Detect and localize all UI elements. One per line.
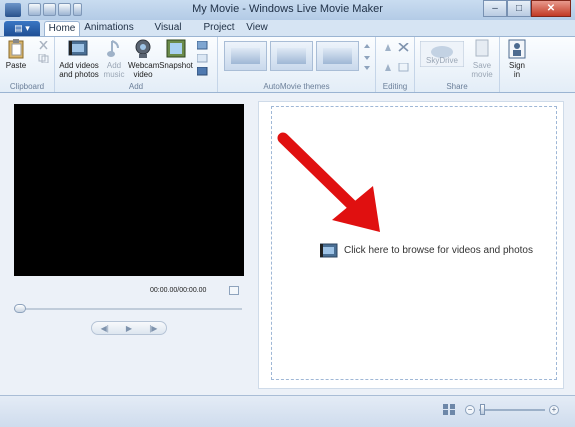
close-button[interactable]: ✕ [531,0,571,17]
snapshot-icon [166,39,186,58]
editing-group: Editing [376,37,415,92]
file-menu-icon: ▤ ▾ [14,23,30,33]
theme-thumbnail-2[interactable] [270,41,313,71]
skydrive-button[interactable]: SkyDrive [418,41,466,78]
movie-maker-window: My Movie - Windows Live Movie Maker – □ … [0,0,575,427]
title-icon[interactable] [197,41,208,50]
add-music-label-1: Add [106,61,122,70]
webcam-label-1: Webcam [128,61,160,70]
add-group-label: Add [128,82,144,91]
add-videos-label-2: and photos [59,70,99,79]
video-preview[interactable] [14,104,244,276]
save-movie-icon [475,39,489,57]
zoom-in-button[interactable]: + [549,405,559,415]
tab-view[interactable]: View [243,21,271,36]
paste-icon [8,39,24,59]
webcam-label-2: video [133,70,153,79]
add-videos-and-photos-button[interactable]: Add videos and photos [57,39,101,79]
copy-icon[interactable] [38,54,49,63]
add-music-label-2: music [103,70,125,79]
ribbon: Paste Clipboard Add videos and photos Ad… [0,36,575,93]
select-all-icon[interactable] [398,63,409,72]
zoom-slider-thumb[interactable] [480,404,485,415]
previous-frame-icon[interactable]: ◀| [101,324,109,333]
automovie-group-label: AutoMovie themes [263,82,330,91]
tab-visual-effects[interactable]: Visual Effects [140,21,196,47]
rotate-left-icon[interactable] [383,43,394,52]
clipboard-group: Paste Clipboard [0,37,55,92]
storyboard-pane: Click here to browse for videos and phot… [258,101,564,389]
browse-text: Click here to browse for videos and phot… [344,245,533,256]
theme-thumbnail-3[interactable] [316,41,359,71]
maximize-button[interactable]: □ [507,0,531,17]
add-videos-label-1: Add videos [59,61,99,70]
play-icon[interactable]: ▶ [126,324,132,333]
gallery-scroll-icon[interactable] [363,42,371,72]
snapshot-label: Snapshot [159,61,193,70]
film-photo-icon [320,243,338,258]
webcam-icon [135,39,151,58]
sign-in-button[interactable]: Sign in [505,39,529,79]
browse-videos-link[interactable]: Click here to browse for videos and phot… [320,243,533,258]
main-content: 00:00.00/00:00.00 ◀| ▶ |▶ Click here to … [0,93,575,395]
paste-label: Paste [5,61,27,70]
rotate-right-icon[interactable] [383,63,394,72]
save-movie-button[interactable]: Save movie [469,39,495,79]
thumbnail-size-icon[interactable] [443,404,456,416]
add-group: Add videos and photos Add music Webcam v… [55,37,218,92]
zoom-slider[interactable] [479,409,545,411]
timecode-readout: 00:00.00/00:00.00 [150,287,207,294]
skydrive-label: SkyDrive [425,56,458,65]
clipboard-group-label: Clipboard [9,82,45,91]
next-frame-icon[interactable]: |▶ [149,324,157,333]
music-note-icon [107,40,119,57]
status-bar: − + [0,395,575,427]
share-group: SkyDrive Save movie Share [415,37,500,92]
editing-group-label: Editing [382,82,408,91]
title-bar: My Movie - Windows Live Movie Maker – □ … [0,0,575,20]
zoom-out-button[interactable]: − [465,405,475,415]
paste-button[interactable]: Paste [4,39,28,70]
ribbon-tabs: ▤ ▾ Home Animations Visual Effects Proje… [0,20,575,47]
media-drop-zone[interactable]: Click here to browse for videos and phot… [271,106,557,380]
tab-animations[interactable]: Animations [84,21,134,36]
snapshot-button[interactable]: Snapshot [159,39,193,70]
save-movie-label-2: movie [471,70,493,79]
seek-bar[interactable] [14,308,242,310]
cut-icon[interactable] [38,41,49,50]
seek-thumb[interactable] [14,304,26,313]
fullscreen-preview-icon[interactable] [229,286,239,295]
share-group-label: Share [446,82,468,91]
caption-icon[interactable] [197,54,208,63]
sign-in-label-1: Sign [508,61,525,70]
sign-in-label-2: in [513,70,521,79]
sign-in-icon [508,39,526,59]
playback-controls: ◀| ▶ |▶ [91,321,167,335]
add-music-button[interactable]: Add music [102,39,126,79]
remove-icon[interactable] [398,43,409,52]
tab-project[interactable]: Project [202,21,236,36]
tab-home[interactable]: Home [44,21,80,36]
film-photo-icon [68,40,88,56]
credits-icon[interactable] [197,67,208,76]
file-menu-button[interactable]: ▤ ▾ [4,21,40,36]
automovie-themes-group: AutoMovie themes [218,37,376,92]
save-movie-label-1: Save [472,61,492,70]
theme-thumbnail-1[interactable] [224,41,267,71]
minimize-button[interactable]: – [483,0,507,17]
webcam-video-button[interactable]: Webcam video [128,39,160,79]
